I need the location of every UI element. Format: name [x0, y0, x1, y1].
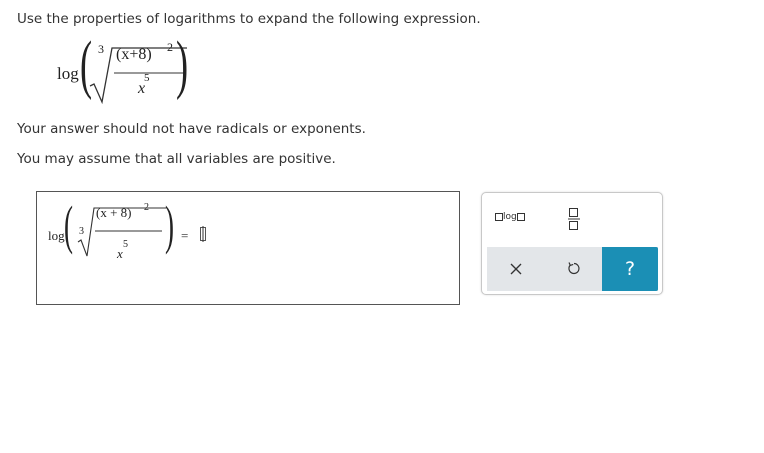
fraction-template-button[interactable]: [568, 207, 580, 231]
box-icon: [495, 212, 503, 221]
answer-numerator: (x + 8): [96, 205, 132, 220]
answer-denominator: x: [117, 246, 123, 261]
help-button[interactable]: ?: [602, 247, 658, 291]
question-numerator-exponent: 2: [167, 40, 173, 54]
question-denominator: x: [138, 80, 146, 97]
box-icon: [516, 212, 525, 221]
answer-right-paren: ): [165, 195, 174, 255]
answer-denominator-exponent: 5: [123, 239, 128, 250]
note-variables-positive: You may assume that all variables are po…: [17, 151, 336, 167]
log-template-button[interactable]: log: [495, 212, 525, 222]
instruction-text: Use the properties of logarithms to expa…: [17, 11, 481, 27]
question-right-paren: ): [176, 28, 189, 101]
question-numerator: (x+8): [116, 46, 152, 63]
log-template-label: log: [503, 212, 517, 222]
note-no-radicals: Your answer should not have radicals or …: [17, 121, 366, 137]
reset-button[interactable]: [567, 261, 581, 276]
answer-left-paren: (: [64, 195, 73, 255]
answer-equals: =: [181, 228, 189, 243]
answer-log: log: [48, 228, 65, 243]
answer-numerator-exponent: 2: [144, 202, 149, 213]
text-cursor-icon[interactable]: [199, 226, 207, 242]
clear-button[interactable]: [510, 263, 522, 275]
question-log: log: [57, 64, 79, 83]
